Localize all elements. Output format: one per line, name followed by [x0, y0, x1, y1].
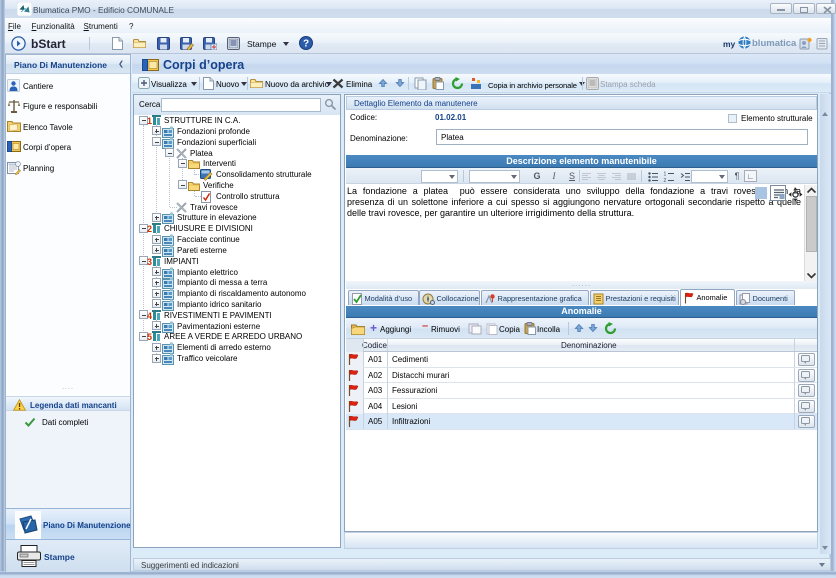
svg-text:?: ?	[303, 39, 309, 50]
svg-text:1: 1	[147, 116, 152, 126]
svg-text:4: 4	[147, 311, 152, 321]
svg-text:2: 2	[663, 178, 666, 183]
svg-text:2: 2	[147, 224, 152, 234]
svg-text:1: 1	[663, 172, 666, 178]
svg-text:5: 5	[147, 332, 152, 342]
svg-text:3: 3	[147, 257, 152, 267]
